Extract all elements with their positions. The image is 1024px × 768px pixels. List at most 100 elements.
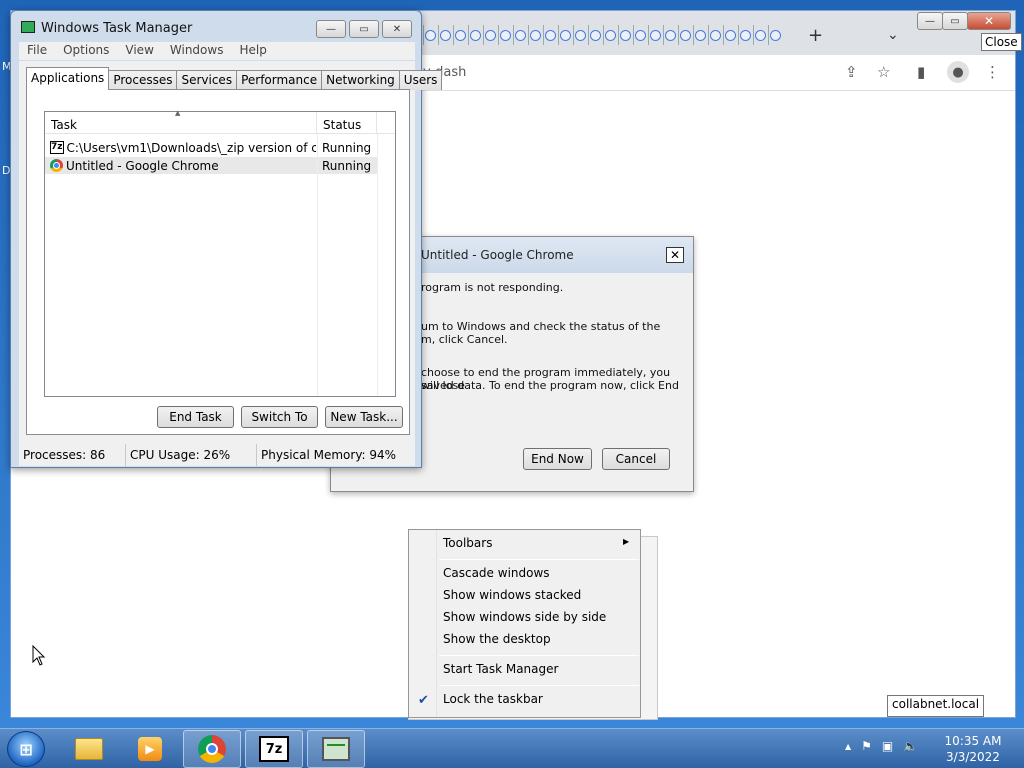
menu-help[interactable]: Help — [231, 42, 274, 60]
tab-search-icon[interactable]: ⌄ — [887, 27, 899, 43]
dialog-title: Untitled - Google Chrome — [421, 248, 574, 262]
clock-time: 10:35 AM — [944, 734, 1002, 748]
chrome-tab[interactable] — [573, 25, 586, 45]
chrome-tab[interactable] — [768, 25, 781, 45]
share-icon[interactable]: ⇪ — [845, 63, 858, 81]
menu-separator — [439, 655, 639, 656]
show-hidden-icons-icon[interactable]: ▲ — [845, 739, 851, 753]
media-player-icon: ▶ — [138, 737, 162, 761]
chrome-tab[interactable] — [558, 25, 571, 45]
action-center-flag-icon[interactable]: ⚑ — [861, 739, 872, 753]
more-menu-icon[interactable]: ⋮ — [985, 63, 1000, 81]
tab-networking[interactable]: Networking — [321, 70, 400, 90]
chrome-tab[interactable] — [588, 25, 601, 45]
chrome-tab[interactable] — [468, 25, 481, 45]
chrome-tab[interactable] — [753, 25, 766, 45]
chrome-tab[interactable] — [663, 25, 676, 45]
submenu-arrow-icon: ▶ — [623, 537, 630, 546]
chrome-tab[interactable] — [498, 25, 511, 45]
tab-applications[interactable]: Applications — [26, 67, 110, 90]
cancel-button[interactable]: Cancel — [602, 448, 670, 470]
maximize-button[interactable]: ▭ — [349, 20, 379, 38]
task-manager-titlebar[interactable]: Windows Task Manager — ▭ ✕ — [11, 11, 421, 41]
chrome-tab[interactable] — [618, 25, 631, 45]
task-list[interactable]: ▲ Task Status 7z C:\Users\vm1\Downloads\_… — [44, 109, 396, 397]
chrome-tab[interactable] — [678, 25, 691, 45]
chrome-tab[interactable] — [693, 25, 706, 45]
menu-windows[interactable]: Windows — [162, 42, 232, 60]
processes-count: Processes: 86 — [19, 444, 126, 466]
menu-item-stacked[interactable]: Show windows stacked — [443, 588, 581, 602]
menu-options[interactable]: Options — [55, 42, 117, 60]
chrome-taskbar-button[interactable] — [183, 730, 241, 768]
bookmark-star-icon[interactable]: ☆ — [877, 63, 890, 81]
menu-gutter — [409, 530, 437, 717]
tab-users[interactable]: Users — [398, 70, 443, 90]
folder-icon — [75, 738, 103, 760]
chrome-tab[interactable] — [423, 25, 436, 45]
task-name-cell: 7z C:\Users\vm1\Downloads\_zip version o… — [45, 141, 316, 155]
task-manager-taskbar-button[interactable] — [307, 730, 365, 768]
start-button[interactable]: ⊞ — [7, 731, 45, 767]
chrome-tab[interactable] — [603, 25, 616, 45]
chrome-tab[interactable] — [648, 25, 661, 45]
dialog-close-button[interactable]: ✕ — [666, 247, 684, 263]
network-icon[interactable]: ▣ — [882, 739, 893, 753]
7zip-taskbar-button[interactable]: 7z — [245, 730, 303, 768]
end-task-button[interactable]: End Task — [157, 406, 234, 428]
7zip-icon: 7z — [259, 736, 289, 762]
chrome-tab[interactable] — [483, 25, 496, 45]
chrome-tab[interactable] — [633, 25, 646, 45]
explorer-taskbar-button[interactable] — [60, 730, 118, 768]
tab-services[interactable]: Services — [176, 70, 238, 90]
media-player-taskbar-button[interactable]: ▶ — [121, 730, 179, 768]
cpu-usage: CPU Usage: 26% — [126, 444, 257, 466]
chrome-tab[interactable] — [543, 25, 556, 45]
chrome-icon — [50, 159, 63, 172]
column-header-task[interactable]: ▲ Task — [45, 109, 317, 133]
profile-icon[interactable]: ● — [947, 61, 969, 83]
tray-tooltip: collabnet.local — [887, 695, 985, 717]
task-row[interactable]: 7z C:\Users\vm1\Downloads\_zip version o… — [45, 139, 395, 156]
minimize-button[interactable]: — — [917, 12, 943, 30]
column-header-status[interactable]: Status — [317, 112, 377, 133]
menu-item-cascade[interactable]: Cascade windows — [443, 566, 550, 580]
volume-icon[interactable]: 🔈 — [903, 739, 918, 753]
menu-file[interactable]: File — [19, 42, 55, 60]
end-now-button[interactable]: End Now — [523, 448, 592, 470]
chrome-tab[interactable] — [738, 25, 751, 45]
new-task-button[interactable]: New Task... — [325, 406, 403, 428]
dialog-message: rogram is not responding. — [421, 281, 564, 294]
clock[interactable]: 10:35 AM 3/3/2022 — [940, 733, 1006, 765]
task-manager-window: Windows Task Manager — ▭ ✕ File Options … — [10, 10, 443, 468]
window-title: Windows Task Manager — [41, 21, 193, 36]
close-button[interactable]: ✕ — [382, 20, 412, 38]
chrome-tab[interactable] — [708, 25, 721, 45]
side-panel-icon[interactable]: ▮ — [917, 63, 925, 81]
status-bar: Processes: 86 CPU Usage: 26% Physical Me… — [19, 444, 415, 466]
taskbar: ⊞ ▶ 7z ▲ ⚑ ▣ 🔈 10:35 AM 3/3/2022 — [0, 728, 1024, 768]
task-row[interactable]: Untitled - Google Chrome Running — [45, 157, 377, 174]
menu-item-side-by-side[interactable]: Show windows side by side — [443, 610, 606, 624]
column-divider — [377, 134, 378, 396]
maximize-button[interactable]: ▭ — [942, 12, 968, 30]
menu-item-start-task-manager[interactable]: Start Task Manager — [443, 662, 558, 676]
new-tab-icon[interactable]: + — [808, 25, 823, 46]
menu-separator — [439, 559, 639, 560]
chrome-tab[interactable] — [453, 25, 466, 45]
tab-performance[interactable]: Performance — [236, 70, 323, 90]
menu-item-toolbars[interactable]: Toolbars — [443, 536, 633, 550]
menu-item-show-desktop[interactable]: Show the desktop — [443, 632, 551, 646]
chrome-tab[interactable] — [528, 25, 541, 45]
close-button[interactable]: ✕ — [967, 12, 1011, 30]
minimize-button[interactable]: — — [316, 20, 346, 38]
chrome-tab[interactable] — [513, 25, 526, 45]
tab-processes[interactable]: Processes — [108, 70, 178, 90]
task-name: Untitled - Google Chrome — [66, 158, 219, 173]
chrome-tab[interactable] — [438, 25, 451, 45]
menu-item-lock-taskbar[interactable]: Lock the taskbar — [443, 692, 543, 706]
menu-view[interactable]: View — [117, 42, 161, 60]
chrome-tab[interactable] — [723, 25, 736, 45]
menu-separator — [439, 685, 639, 686]
switch-to-button[interactable]: Switch To — [241, 406, 318, 428]
